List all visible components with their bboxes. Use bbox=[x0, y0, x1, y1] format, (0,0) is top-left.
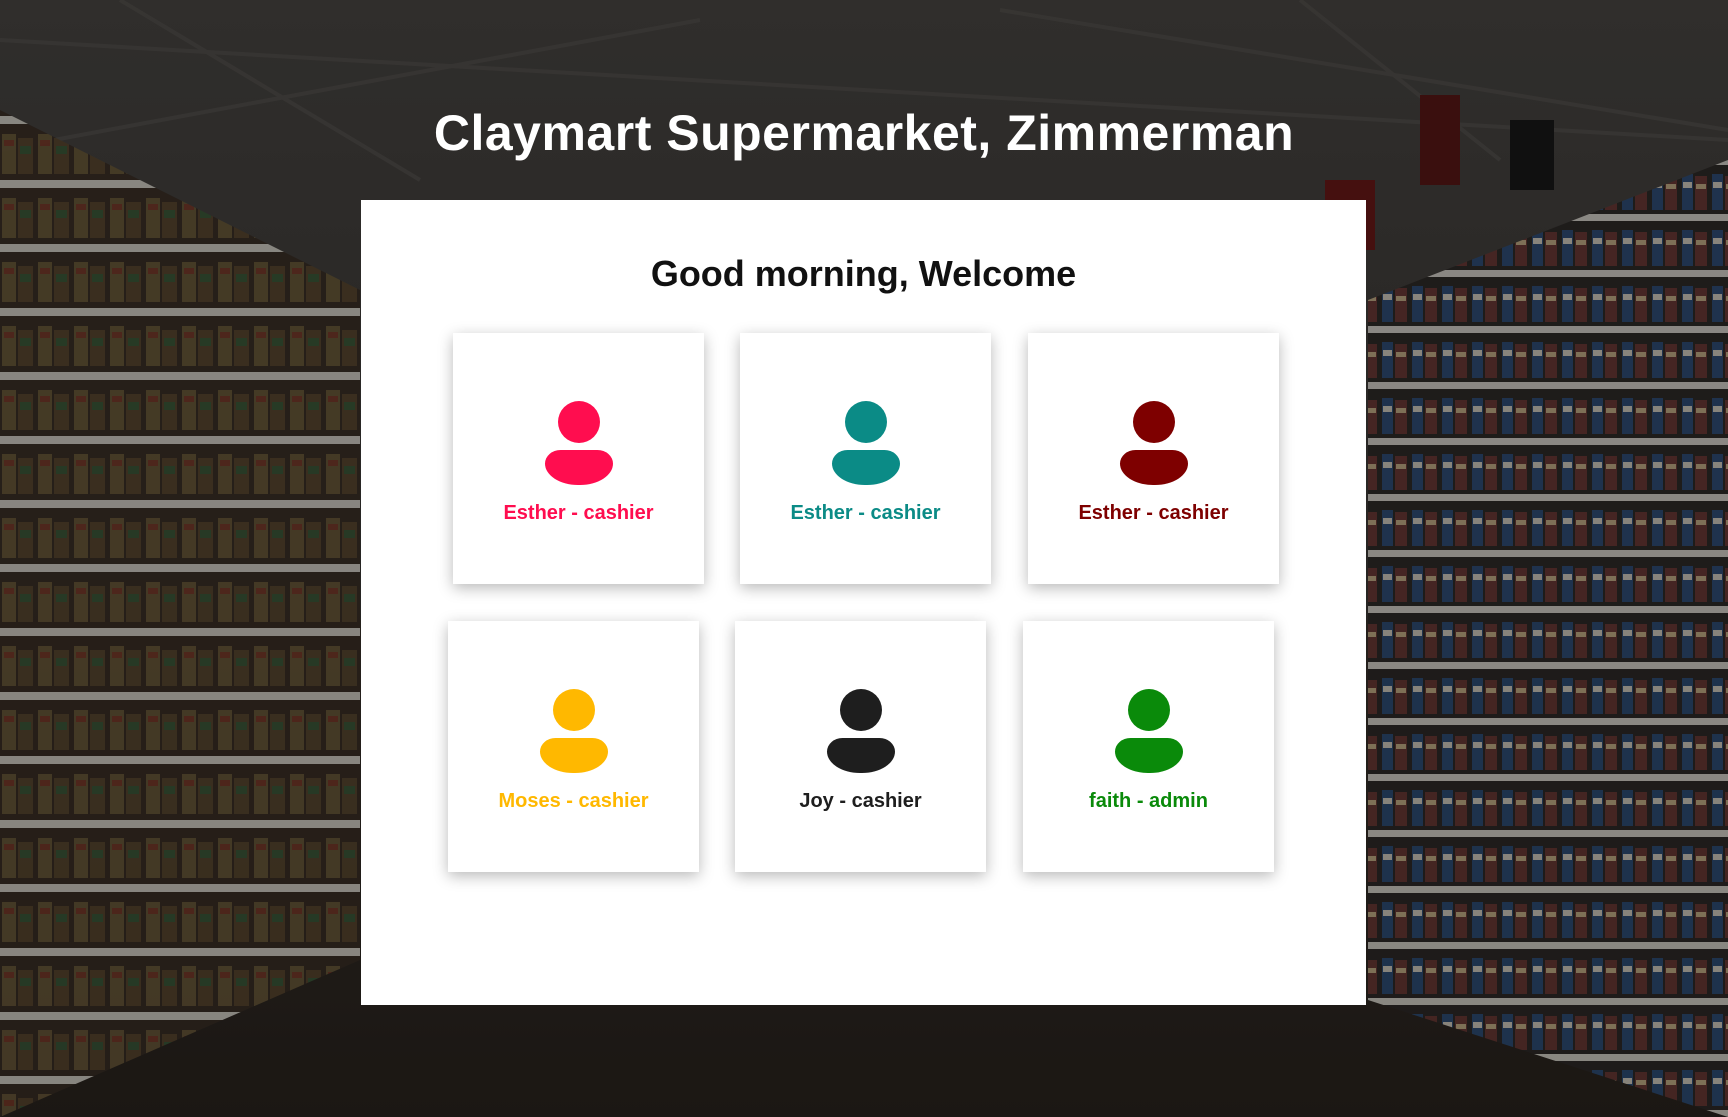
user-card-esther-3[interactable]: Esther - cashier bbox=[1028, 333, 1279, 584]
user-card-esther-1[interactable]: Esther - cashier bbox=[453, 333, 704, 584]
user-card-faith[interactable]: faith - admin bbox=[1023, 621, 1274, 872]
user-label: Esther - cashier bbox=[503, 502, 654, 524]
user-icon bbox=[540, 689, 608, 773]
user-card-esther-2[interactable]: Esther - cashier bbox=[740, 333, 991, 584]
user-icon bbox=[832, 401, 900, 485]
user-icon bbox=[1115, 689, 1183, 773]
user-icon bbox=[827, 689, 895, 773]
greeting-heading: Good morning, Welcome bbox=[650, 253, 1077, 294]
user-label: Joy - cashier bbox=[799, 790, 922, 812]
user-select-panel: Good morning, Welcome Esther - cashier E… bbox=[361, 200, 1366, 1005]
user-label: faith - admin bbox=[1089, 790, 1208, 812]
user-label: Esther - cashier bbox=[1078, 502, 1229, 524]
user-icon bbox=[545, 401, 613, 485]
user-card-moses[interactable]: Moses - cashier bbox=[448, 621, 699, 872]
user-icon bbox=[1120, 401, 1188, 485]
user-label: Esther - cashier bbox=[790, 502, 941, 524]
user-label: Moses - cashier bbox=[498, 790, 649, 812]
store-title: Claymart Supermarket, Zimmerman bbox=[433, 105, 1295, 161]
user-card-joy[interactable]: Joy - cashier bbox=[735, 621, 986, 872]
